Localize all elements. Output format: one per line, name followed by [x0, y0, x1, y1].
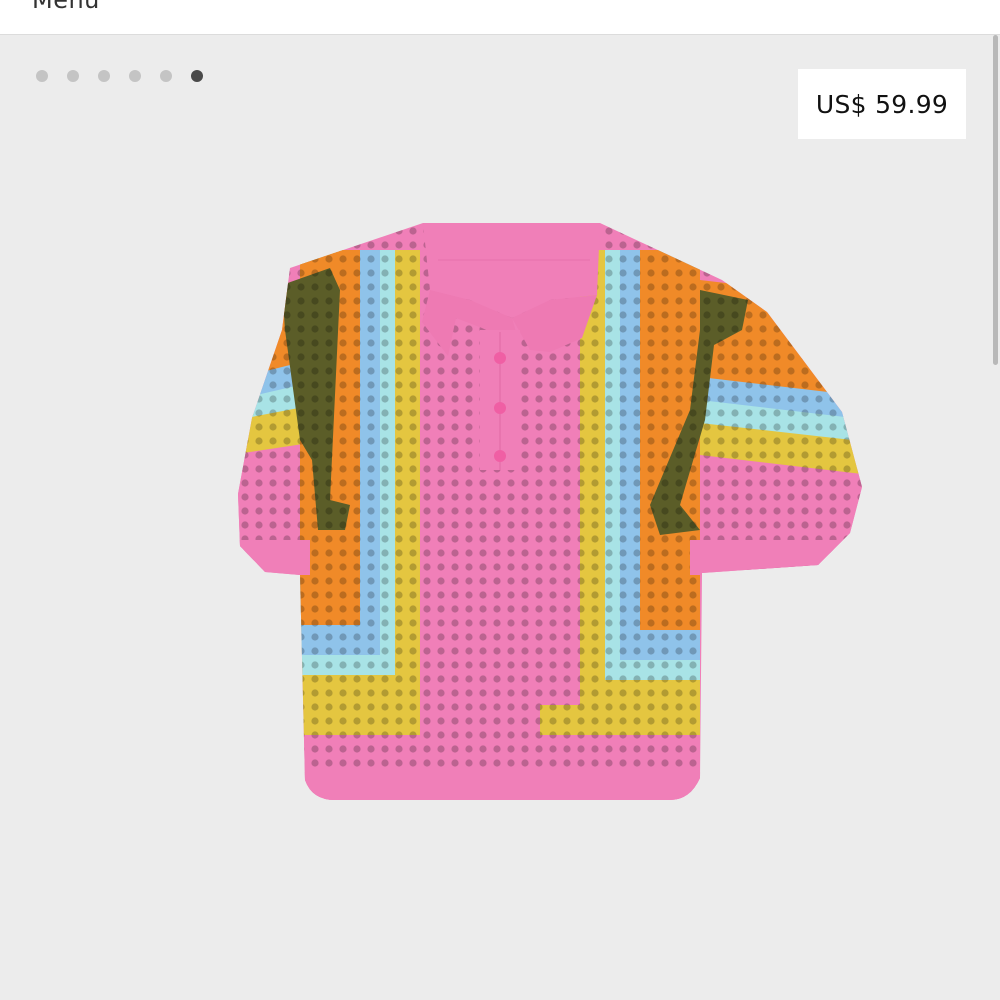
pagination-dot-3[interactable]	[98, 70, 110, 82]
header-bar: Menu	[0, 0, 1000, 35]
pagination-dot-2[interactable]	[67, 70, 79, 82]
price-tag: US$ 59.99	[798, 69, 966, 139]
pagination-dot-4[interactable]	[129, 70, 141, 82]
product-image	[238, 223, 862, 800]
product-page: Menu US$ 59.99	[0, 0, 1000, 1000]
pagination-dot-1[interactable]	[36, 70, 48, 82]
price-label: US$ 59.99	[815, 89, 949, 119]
image-pagination	[36, 70, 203, 82]
pagination-dot-6-active[interactable]	[191, 70, 203, 82]
product-gallery[interactable]: US$ 59.99	[0, 35, 1000, 1000]
scrollbar[interactable]	[993, 35, 998, 365]
menu-button[interactable]: Menu	[32, 0, 100, 14]
pagination-dot-5[interactable]	[160, 70, 172, 82]
